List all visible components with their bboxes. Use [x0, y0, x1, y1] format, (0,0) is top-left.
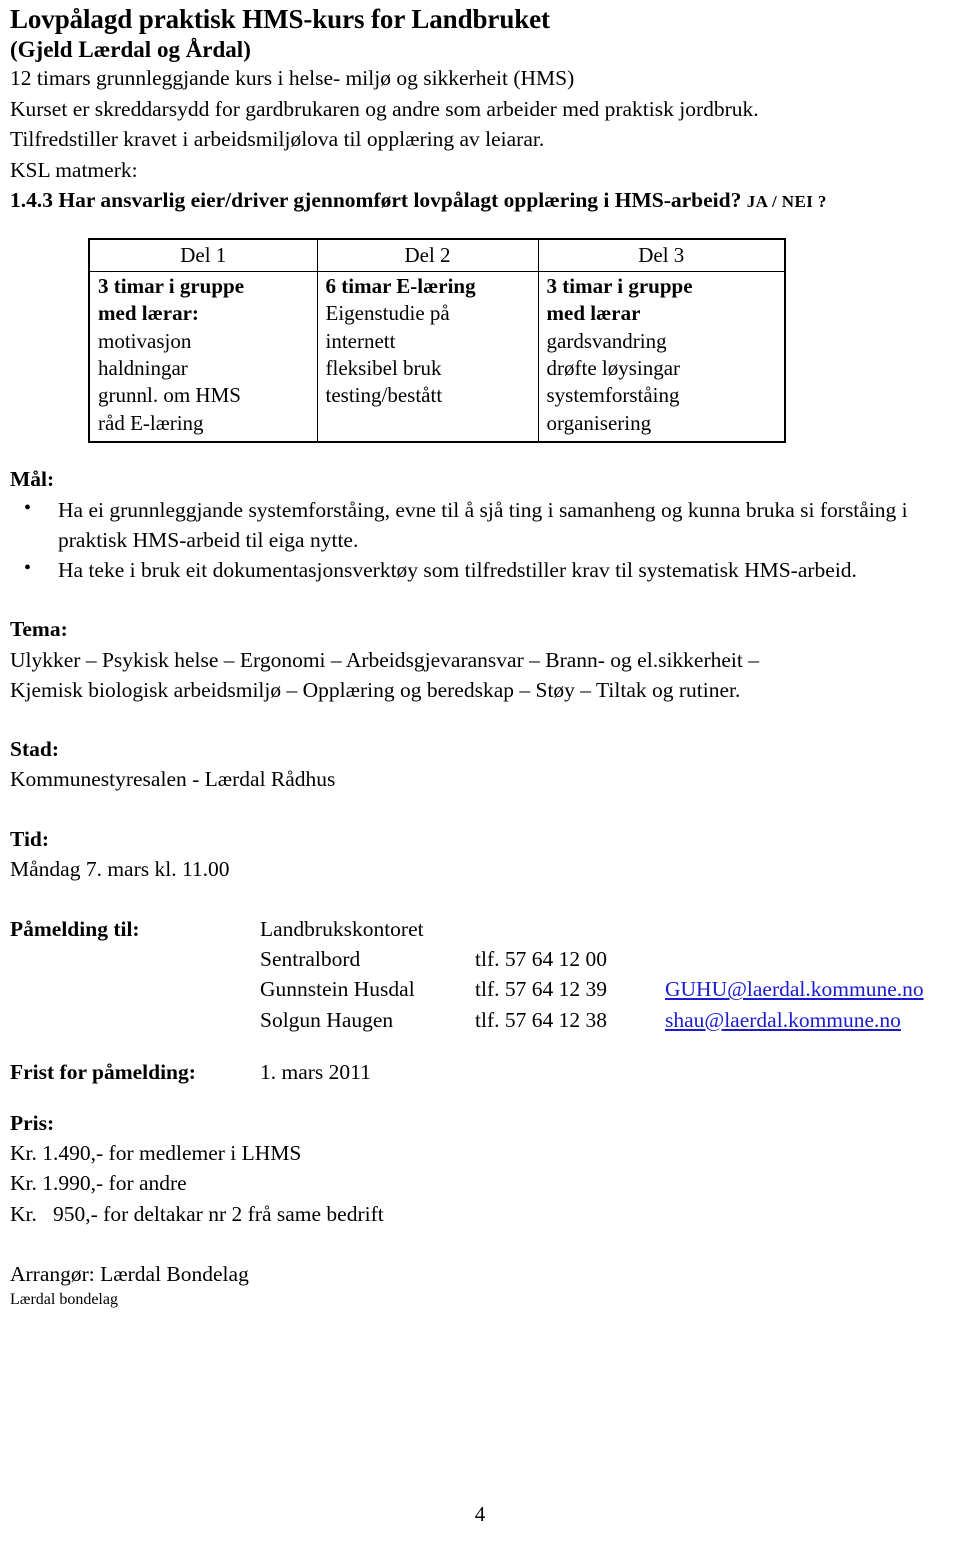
ksl-question-text: 1.4.3 Har ansvarlig eier/driver gjennomf…	[10, 188, 742, 213]
email-link[interactable]: GUHU@laerdal.kommune.no	[665, 977, 924, 1001]
registration-contact-email-cell: shau@laerdal.kommune.no	[665, 1005, 948, 1035]
registration-block: Påmelding til: Landbrukskontoret Sentral…	[10, 914, 948, 1034]
table-cell-del-1: 3 timar i gruppe med lærar: motivasjon hald…	[88, 271, 318, 443]
cell-lines-del-2: 6 timar E-læring Eigenstudie på internett f…	[326, 273, 538, 409]
cell-lines-del-1: 3 timar i gruppe med lærar: motivasjon hald…	[98, 273, 317, 437]
cell-line: Eigenstudie på	[325, 301, 450, 326]
ksl-answer-options: JA / NEI ?	[746, 192, 827, 212]
ksl-label: KSL matmerk:	[10, 157, 138, 182]
stad-value: Kommunestyresalen - Lærdal Rådhus	[10, 767, 336, 792]
registration-contact-email-cell: GUHU@laerdal.kommune.no	[665, 974, 948, 1004]
cell-line: råd E-læring	[98, 410, 204, 435]
registration-office-phone-empty	[475, 914, 665, 944]
tid-value: Måndag 7. mars kl. 11.00	[10, 857, 230, 882]
price-heading: Pris:	[10, 1110, 55, 1135]
cell-line: 6 timar E-læring	[325, 274, 476, 299]
table-cell-del-3: 3 timar i gruppe med lærar gardsvandring dr…	[537, 271, 786, 443]
page-subtitle: (Gjeld Lærdal og Årdal)	[10, 37, 251, 63]
cell-line: fleksibel bruk	[325, 356, 442, 381]
price-line: Kr. 1.990,- for andre	[10, 1171, 187, 1196]
cell-lines-del-3: 3 timar i gruppe med lærar gardsvandring dr…	[547, 273, 785, 437]
registration-contact-phone: tlf. 57 64 12 00	[475, 947, 607, 972]
cell-line: motivasjon	[98, 328, 192, 353]
cell-line: 3 timar i gruppe	[546, 274, 693, 299]
registration-office-email-empty	[665, 914, 948, 944]
cell-line: med lærar	[546, 301, 641, 326]
stad-heading: Stad:	[10, 736, 59, 761]
table-header-del-1: Del 1	[88, 238, 318, 273]
list-item: Ha ei grunnleggjande systemforståing, ev…	[10, 494, 948, 555]
registration-contact-phone: tlf. 57 64 12 39	[475, 977, 607, 1002]
page-number: 4	[474, 1502, 486, 1526]
tema-heading: Tema:	[10, 616, 68, 641]
cell-line: internett	[325, 328, 396, 353]
list-item: Ha teke i bruk eit dokumentasjonsverktøy…	[10, 554, 948, 585]
cell-line: drøfte løysingar	[546, 356, 681, 381]
tema-line-1: Ulykker – Psykisk helse – Ergonomi – Arb…	[10, 647, 759, 672]
cell-line: haldningar	[98, 356, 188, 381]
registration-row-spacer	[10, 974, 260, 1004]
parts-table-container: Del 1 Del 2 Del 3 3 timar i gruppe med læ…	[10, 237, 948, 443]
price-lines: Kr. 1.490,- for medlemer i LHMS Kr. 1.990…	[10, 1138, 948, 1228]
registration-contact-name: Solgun Haugen	[260, 1007, 394, 1032]
document-page: Lovpålagd praktisk HMS-kurs for Landbruk…	[0, 0, 960, 1549]
intro-line-3: Tilfredstiller kravet i arbeidsmiljølova…	[10, 127, 545, 152]
tema-line-2: Kjemisk biologisk arbeidsmiljø – Opplæri…	[10, 677, 741, 702]
table-header-del-3: Del 3	[537, 238, 786, 273]
table-header-del-2: Del 2	[316, 238, 539, 273]
registration-office: Landbrukskontoret	[260, 917, 424, 942]
cell-line: grunnl. om HMS	[98, 383, 241, 408]
table-header-row: Del 1 Del 2 Del 3	[88, 238, 786, 273]
registration-contact-name: Sentralbord	[260, 947, 361, 972]
page-title: Lovpålagd praktisk HMS-kurs for Landbruk…	[10, 4, 550, 34]
registration-contact-name: Gunnstein Husdal	[260, 977, 415, 1002]
cell-line: testing/bestått	[325, 383, 443, 408]
deadline-value: 1. mars 2011	[260, 1059, 371, 1084]
registration-row-spacer	[10, 1005, 260, 1035]
cell-line: gardsvandring	[546, 328, 667, 353]
intro-line-2: Kurset er skreddarsydd for gardbrukaren …	[10, 96, 759, 121]
cell-line: organisering	[546, 410, 652, 435]
registration-heading: Påmelding til:	[10, 917, 140, 942]
goals-heading: Mål:	[10, 466, 55, 491]
arranger-line: Arrangør: Lærdal Bondelag	[10, 1261, 249, 1286]
goals-list: Ha ei grunnleggjande systemforståing, ev…	[10, 494, 948, 585]
intro-line-1: 12 timars grunnleggjande kurs i helse- m…	[10, 66, 575, 91]
ksl-question-line: 1.4.3 Har ansvarlig eier/driver gjennomf…	[10, 185, 948, 216]
deadline-label: Frist for påmelding:	[10, 1059, 196, 1084]
deadline-block: Frist for påmelding: 1. mars 2011	[10, 1057, 948, 1087]
cell-line: 3 timar i gruppe	[98, 274, 245, 299]
cell-line: systemforståing	[546, 383, 680, 408]
registration-contact-phone: tlf. 57 64 12 38	[475, 1007, 607, 1032]
tid-heading: Tid:	[10, 826, 50, 851]
registration-contact-email-cell	[665, 944, 948, 974]
registration-row-spacer	[10, 944, 260, 974]
price-line: Kr. 1.490,- for medlemer i LHMS	[10, 1141, 302, 1166]
table-row: 3 timar i gruppe med lærar: motivasjon hald…	[88, 271, 786, 443]
organisation-line: Lærdal bondelag	[10, 1290, 118, 1308]
email-link[interactable]: shau@laerdal.kommune.no	[665, 1008, 901, 1032]
price-line: Kr. 950,- for deltakar nr 2 frå same bed…	[10, 1201, 384, 1226]
table-cell-del-2: 6 timar E-læring Eigenstudie på internett f…	[316, 271, 539, 443]
course-parts-table: Del 1 Del 2 Del 3 3 timar i gruppe med læ…	[88, 237, 786, 443]
cell-line: med lærar:	[98, 301, 199, 326]
